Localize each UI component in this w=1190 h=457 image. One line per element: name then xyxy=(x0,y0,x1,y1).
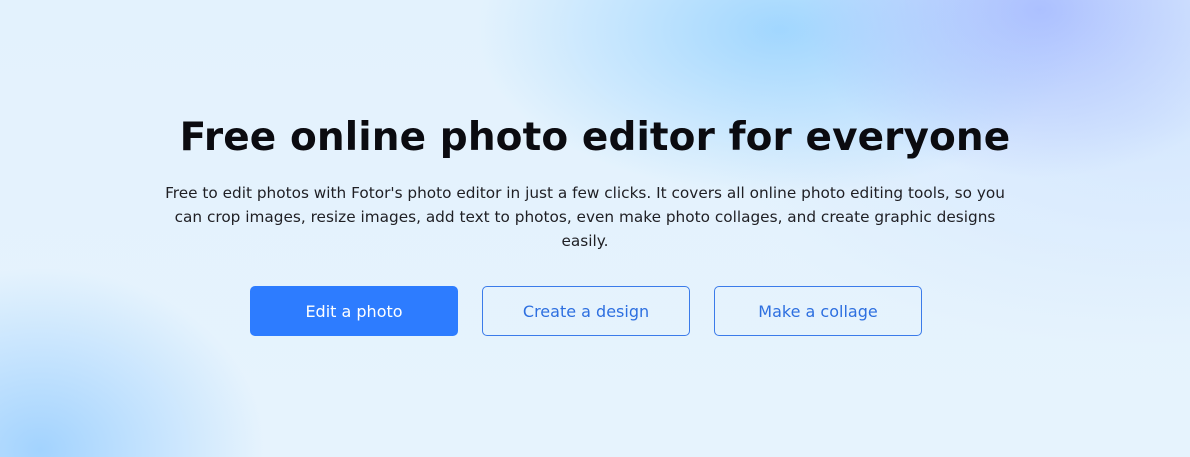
hero-description: Free to edit photos with Fotor's photo e… xyxy=(165,184,1005,250)
page-title: Free online photo editor for everyone xyxy=(179,115,1011,160)
hero-section: Free online photo editor for everyone Fr… xyxy=(0,0,1190,457)
edit-photo-button[interactable]: Edit a photo xyxy=(250,286,458,336)
create-design-button[interactable]: Create a design xyxy=(482,286,690,336)
make-collage-button[interactable]: Make a collage xyxy=(714,286,922,336)
